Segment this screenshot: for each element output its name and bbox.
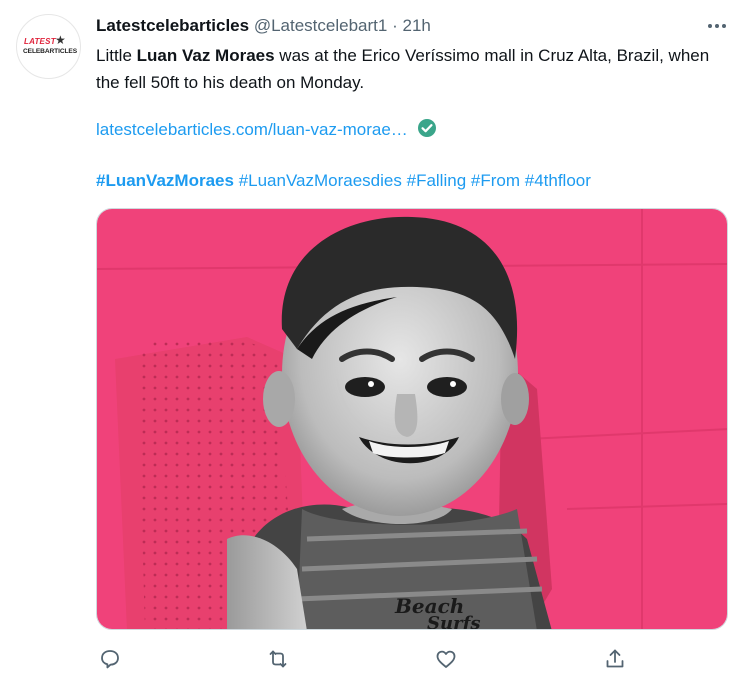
tweet-actions	[0, 640, 755, 676]
timestamp[interactable]: 21h	[402, 16, 430, 35]
tweet-link[interactable]: latestcelebarticles.com/luan-vaz-morae…	[96, 120, 408, 139]
avatar-logo-top: LATEST	[24, 37, 56, 46]
more-icon[interactable]	[705, 14, 729, 38]
display-name[interactable]: Latestcelebarticles	[96, 16, 249, 35]
avatar[interactable]: LATEST ★ CELEBARTICLES	[16, 14, 81, 79]
reply-icon[interactable]	[98, 647, 122, 671]
tweet-text-part1: Little	[96, 46, 137, 65]
separator-dot: ·	[392, 16, 398, 35]
star-icon: ★	[55, 33, 66, 47]
photo-illustration: Beach Surfs	[97, 209, 727, 630]
verified-check-icon	[417, 118, 437, 145]
share-icon[interactable]	[603, 647, 627, 671]
retweet-icon[interactable]	[266, 647, 290, 671]
tweet-header: Latestcelebarticles @Latestcelebart1 · 2…	[96, 15, 431, 37]
hashtag[interactable]: #4thfloor	[525, 171, 591, 190]
user-handle[interactable]: @Latestcelebart1	[254, 16, 388, 35]
avatar-logo-bottom: CELEBARTICLES	[23, 48, 78, 55]
hashtag[interactable]: #Falling	[407, 171, 467, 190]
hashtags: #LuanVazMoraes #LuanVazMoraesdies #Falli…	[96, 169, 591, 193]
like-icon[interactable]	[434, 647, 458, 671]
hashtag[interactable]: #From	[471, 171, 520, 190]
tweet-text-bold-name: Luan Vaz Moraes	[136, 46, 275, 65]
shirt-text-2: Surfs	[427, 613, 480, 630]
tweet-text: Little Luan Vaz Moraes was at the Erico …	[96, 42, 736, 96]
tweet-image[interactable]: Beach Surfs	[96, 208, 728, 630]
tweet[interactable]: LATEST ★ CELEBARTICLES Latestcelebarticl…	[0, 0, 755, 676]
hashtag[interactable]: #LuanVazMoraes	[96, 171, 234, 190]
hashtag[interactable]: #LuanVazMoraesdies	[239, 171, 402, 190]
tweet-link-row: latestcelebarticles.com/luan-vaz-morae…	[96, 118, 437, 145]
